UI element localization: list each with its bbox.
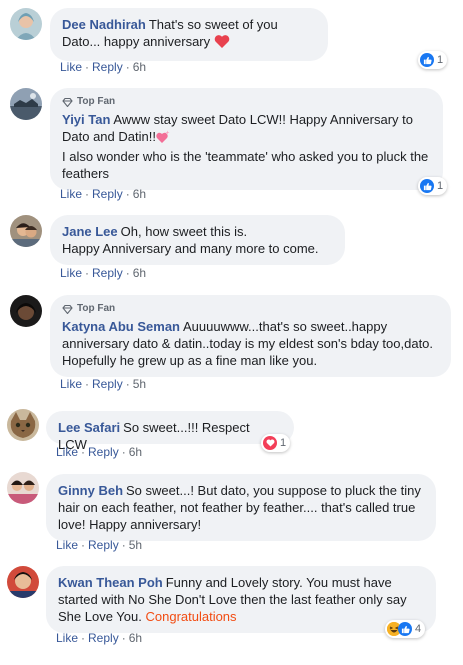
avatar[interactable] [10, 88, 42, 120]
heart-emoji-icon [214, 34, 230, 53]
comment-bubble: Lee Safari So sweet...!!! Respect LCW [46, 411, 294, 452]
reply-link[interactable]: Reply [88, 538, 119, 552]
reaction-count: 4 [415, 623, 422, 635]
like-link[interactable]: Like [60, 377, 82, 391]
comment-bubble: Top Fan Katyna Abu Seman Auuuuwww...that'… [50, 295, 451, 377]
comment-bubble: Ginny Beh So sweet...! But dato, you supp… [46, 474, 436, 541]
like-link[interactable]: Like [60, 187, 82, 201]
like-link[interactable]: Like [56, 631, 78, 645]
like-link[interactable]: Like [60, 60, 82, 74]
comment-actions: Like · Reply · 6h [56, 445, 143, 459]
timestamp[interactable]: 6h [129, 445, 142, 459]
reaction-summary[interactable]: 1 [261, 434, 291, 452]
top-fan-badge: Top Fan [62, 303, 439, 315]
avatar[interactable] [10, 295, 42, 327]
comment-bubble: Dee Nadhirah That's so sweet of you Dato.… [50, 8, 328, 61]
sparkling-heart-icon [156, 130, 170, 148]
comment-text: Awww stay sweet Dato LCW!! Happy Anniver… [62, 112, 414, 144]
comment-actions: Like · Reply · 5h [56, 538, 143, 552]
reply-link[interactable]: Reply [88, 631, 119, 645]
timestamp[interactable]: 6h [133, 60, 146, 74]
like-link[interactable]: Like [60, 266, 82, 280]
avatar[interactable] [7, 566, 39, 598]
reaction-count: 1 [280, 437, 287, 449]
reaction-summary[interactable]: 1 [418, 177, 448, 195]
comment-actions: Like · Reply · 6h [60, 187, 147, 201]
comment-author[interactable]: Yiyi Tan [62, 112, 110, 127]
diamond-icon [62, 304, 73, 314]
comment-text: Oh, how sweet this is. [120, 224, 248, 239]
like-icon [398, 622, 412, 636]
comment-bubble: Top Fan Yiyi Tan Awww stay sweet Dato LCW… [50, 88, 443, 190]
comment-author[interactable]: Jane Lee [62, 224, 118, 239]
timestamp[interactable]: 5h [133, 377, 146, 391]
comment-text-line2: I also wonder who is the 'teammate' who … [62, 149, 429, 181]
badge-label: Top Fan [77, 303, 116, 314]
reaction-count: 1 [437, 180, 444, 192]
comment-author[interactable]: Kwan Thean Poh [58, 575, 163, 590]
reaction-summary[interactable]: 1 [418, 51, 448, 69]
like-icon [420, 53, 434, 67]
reply-link[interactable]: Reply [92, 377, 123, 391]
avatar[interactable] [7, 472, 39, 504]
comment-actions: Like · Reply · 5h [60, 377, 147, 391]
comment-actions: Like · Reply · 6h [60, 60, 147, 74]
comment-bubble: Jane Lee Oh, how sweet this is. Happy Ann… [50, 215, 345, 265]
timestamp[interactable]: 6h [129, 631, 142, 645]
timestamp[interactable]: 5h [129, 538, 142, 552]
avatar[interactable] [10, 8, 42, 40]
reaction-summary[interactable]: 4 [385, 620, 426, 638]
comment-author[interactable]: Lee Safari [58, 420, 120, 435]
love-icon [263, 436, 277, 450]
like-icon [420, 179, 434, 193]
comment-actions: Like · Reply · 6h [60, 266, 147, 280]
comment-text-line2: Happy Anniversary and many more to come. [62, 241, 319, 256]
like-link[interactable]: Like [56, 538, 78, 552]
badge-label: Top Fan [77, 96, 116, 107]
reply-link[interactable]: Reply [88, 445, 119, 459]
reply-link[interactable]: Reply [92, 187, 123, 201]
top-fan-badge: Top Fan [62, 96, 431, 108]
comment-bubble: Kwan Thean Poh Funny and Lovely story. Yo… [46, 566, 436, 633]
avatar[interactable] [7, 409, 39, 441]
comment-author[interactable]: Dee Nadhirah [62, 17, 146, 32]
avatar[interactable] [10, 215, 42, 247]
reply-link[interactable]: Reply [92, 266, 123, 280]
reaction-count: 1 [437, 54, 444, 66]
reply-link[interactable]: Reply [92, 60, 123, 74]
timestamp[interactable]: 6h [133, 187, 146, 201]
like-link[interactable]: Like [56, 445, 78, 459]
timestamp[interactable]: 6h [133, 266, 146, 280]
congratulations-text: Congratulations [145, 609, 237, 624]
comment-author[interactable]: Katyna Abu Seman [62, 319, 180, 334]
comment-author[interactable]: Ginny Beh [58, 483, 123, 498]
diamond-icon [62, 97, 73, 107]
comment-actions: Like · Reply · 6h [56, 631, 143, 645]
